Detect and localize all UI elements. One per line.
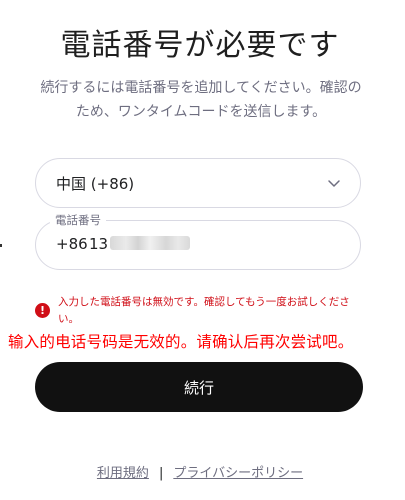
chevron-down-icon [328, 180, 340, 187]
footer-links: 利用規約 | プライバシーポリシー [0, 462, 400, 481]
page-title: 電話番号が必要です [60, 28, 340, 63]
footer-separator: | [158, 466, 164, 481]
phone-country-prefix: +86 [56, 235, 88, 253]
phone-verification-page: 電話番号が必要です 続行するには電話番号を追加してください。確認のため、ワンタイ… [0, 0, 405, 500]
phone-number-label: 電話番号 [50, 212, 106, 228]
continue-button[interactable]: 続行 [35, 362, 363, 412]
country-select-value: 中国 (+86) [56, 175, 135, 193]
phone-number-value: 13 [89, 235, 109, 253]
redacted-digits [110, 236, 190, 250]
terms-link[interactable]: 利用規約 [97, 466, 149, 481]
annotation-text: 输入的电话号码是无效的。请确认后再次尝试吧。 [8, 333, 354, 351]
privacy-policy-link[interactable]: プライバシーポリシー [173, 466, 303, 481]
error-icon: ! [35, 303, 50, 318]
page-subtitle: 続行するには電話番号を追加してください。確認のため、ワンタイムコードを送信します… [40, 80, 362, 120]
phone-number-field[interactable]: 電話番号 +86 13 [35, 212, 361, 270]
edge-mark [0, 244, 2, 247]
error-message-text: 入力した電話番号は無効です。確認してもう一度お試しください。 [58, 296, 350, 325]
country-select[interactable]: 中国 (+86) [35, 158, 361, 208]
